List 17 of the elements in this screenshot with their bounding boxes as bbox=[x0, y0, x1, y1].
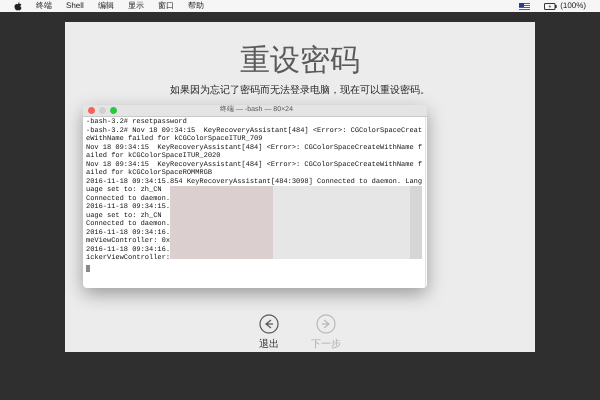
zoom-button[interactable] bbox=[110, 107, 117, 114]
menu-item[interactable]: Shell bbox=[66, 0, 84, 12]
flag-icon[interactable] bbox=[519, 2, 530, 10]
scroll-bar[interactable] bbox=[425, 117, 427, 288]
page-title: 重设密码 bbox=[240, 44, 360, 78]
menu-item[interactable]: 窗口 bbox=[158, 0, 174, 12]
instruction-text: 如果因为忘记了密码而无法登录电脑，现在可以重设密码。 bbox=[170, 85, 430, 97]
back-button[interactable]: 退出 bbox=[259, 314, 279, 352]
menu-item[interactable]: 帮助 bbox=[188, 0, 204, 12]
menu-item[interactable]: 编辑 bbox=[98, 0, 114, 12]
text-cursor bbox=[86, 264, 90, 272]
battery-icon[interactable] bbox=[544, 2, 558, 10]
menu-item[interactable]: 显示 bbox=[128, 0, 144, 12]
menu-item[interactable]: 终端 bbox=[36, 0, 52, 12]
apple-icon[interactable] bbox=[14, 2, 22, 10]
battery-percentage: (100%) bbox=[560, 0, 586, 12]
close-button[interactable] bbox=[88, 107, 95, 114]
